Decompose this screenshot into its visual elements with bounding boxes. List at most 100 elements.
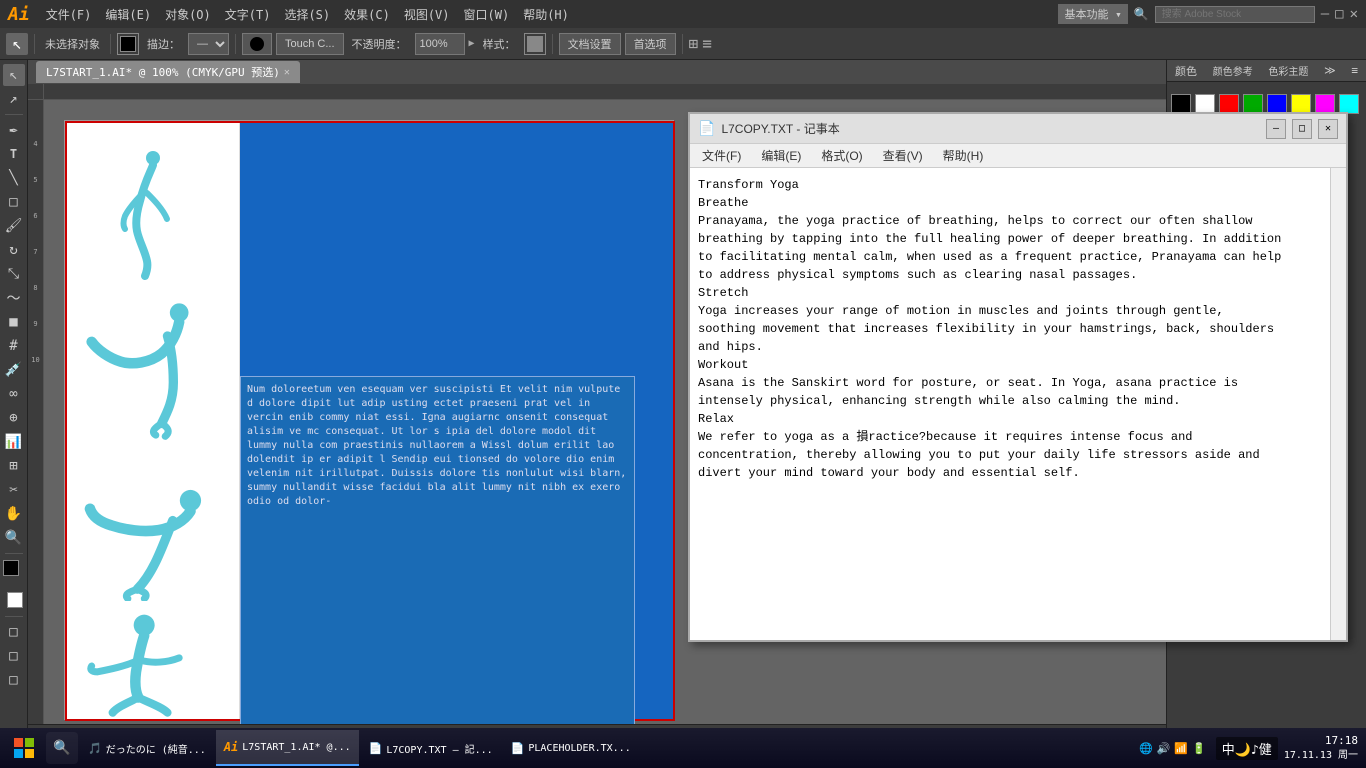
menu-select[interactable]: 选择(S)	[278, 4, 336, 25]
color-swatch-yellow[interactable]	[1291, 94, 1311, 114]
document-canvas: Num doloreetum ven esequam ver suscipist…	[64, 120, 674, 720]
doc-settings-button[interactable]: 文档设置	[559, 33, 621, 55]
gradient-tool[interactable]: ■	[3, 311, 25, 333]
color-panel-header: 颜色 颜色参考 色彩主题 ≫ ≡	[1167, 60, 1366, 82]
normal-mode[interactable]: □	[3, 621, 25, 643]
menu-object[interactable]: 对象(O)	[159, 4, 217, 25]
color-swatch-magenta[interactable]	[1315, 94, 1335, 114]
pen-tool[interactable]: ✒	[3, 119, 25, 141]
touch-button[interactable]: Touch C...	[276, 33, 344, 55]
opacity-input[interactable]	[415, 33, 465, 55]
eyedrop-tool[interactable]: 💉	[3, 359, 25, 381]
color-swatch-red[interactable]	[1219, 94, 1239, 114]
ime-indicator[interactable]: 中🌙♪健	[1216, 737, 1278, 760]
select-tool-btn[interactable]: ↖	[3, 64, 25, 86]
taskbar-ai-item[interactable]: Ai L7START_1.AI* @...	[216, 730, 359, 766]
stroke-select[interactable]: —	[188, 33, 229, 55]
notepad-menu-edit[interactable]: 编辑(E)	[753, 145, 809, 166]
minimize-icon[interactable]: —	[1321, 6, 1329, 22]
notepad-menu-format[interactable]: 格式(O)	[813, 145, 870, 166]
notepad-text-area[interactable]: Transform Yoga Breathe Pranayama, the yo…	[690, 168, 1330, 640]
notepad-icon: 📄	[698, 121, 715, 137]
menu-window[interactable]: 窗口(W)	[458, 4, 516, 25]
behind-mode[interactable]: □	[3, 645, 25, 667]
adobe-stock-search[interactable]	[1155, 6, 1315, 23]
artboard-tool[interactable]: ⊞	[3, 455, 25, 477]
zoom-tool[interactable]: 🔍	[3, 527, 25, 549]
warp-tool[interactable]: 〜	[3, 287, 25, 309]
notepad1-icon: 📄	[369, 742, 383, 755]
search-icon: 🔍	[1134, 7, 1149, 21]
blend-tool[interactable]: ∞	[3, 383, 25, 405]
yoga-figure-4	[80, 611, 220, 721]
notepad-menu-view[interactable]: 查看(V)	[875, 145, 931, 166]
mesh-tool[interactable]: #	[3, 335, 25, 357]
blue-box-text: Num doloreetum ven esequam ver suscipist…	[247, 383, 628, 509]
color-swatch-blue[interactable]	[1267, 94, 1287, 114]
top-right-area: 基本功能 ▾ 🔍 — □ ✕	[1058, 4, 1358, 24]
taskbar: 🔍 🎵 だったのに (純音... Ai L7START_1.AI* @... 📄…	[0, 728, 1366, 768]
stroke-label: 描边：	[143, 34, 184, 54]
menu-effect[interactable]: 效果(C)	[338, 4, 396, 25]
system-tray: 🌐 🔊 📶 🔋	[1131, 742, 1214, 755]
notepad-window: 📄 L7COPY.TXT - 记事本 — □ ✕ 文件(F) 编辑(E) 格式(…	[688, 112, 1348, 642]
menu-bar: Ai 文件(F) 编辑(E) 对象(O) 文字(T) 选择(S) 效果(C) 视…	[0, 0, 1366, 28]
taskbar-search[interactable]: 🔍	[46, 732, 78, 764]
taskbar-music-item[interactable]: 🎵 だったのに (純音...	[80, 730, 214, 766]
select-tool[interactable]: ↖	[6, 33, 28, 55]
rect-tool[interactable]: □	[3, 191, 25, 213]
taskbar-search-icon: 🔍	[53, 740, 70, 756]
symbol-tool[interactable]: ⊕	[3, 407, 25, 429]
no-selection-label: 未选择对象	[41, 34, 104, 54]
clip-mode[interactable]: □	[3, 669, 25, 691]
color-swatch-green[interactable]	[1243, 94, 1263, 114]
rotate-tool[interactable]: ↻	[3, 239, 25, 261]
menu-help[interactable]: 帮助(H)	[517, 4, 575, 25]
line-tool[interactable]: ╲	[3, 167, 25, 189]
taskbar-notepad2-item[interactable]: 📄 PLACEHOLDER.TX...	[503, 730, 639, 766]
menu-file[interactable]: 文件(F)	[40, 4, 98, 25]
notepad-menu-help[interactable]: 帮助(H)	[935, 145, 992, 166]
start-button[interactable]	[4, 730, 44, 766]
direct-select-tool[interactable]: ↗	[3, 88, 25, 110]
document-tab[interactable]: L7START_1.AI* @ 100% (CMYK/GPU 预选) ✕	[36, 61, 300, 83]
panel-menu[interactable]: ≡	[1351, 64, 1358, 77]
hand-tool[interactable]: ✋	[3, 503, 25, 525]
tab-close[interactable]: ✕	[284, 67, 290, 78]
opacity-label: 不透明度：	[348, 34, 411, 54]
ruler-left: 4 5 6 7 8 9 10	[28, 100, 44, 746]
opacity-arrow[interactable]: ▶	[469, 38, 475, 49]
ruler-top	[28, 84, 1166, 100]
background-color[interactable]	[3, 588, 25, 610]
color-swatch-cyan[interactable]	[1339, 94, 1359, 114]
preferences-button[interactable]: 首选项	[625, 33, 676, 55]
taskbar-notepad1-item[interactable]: 📄 L7COPY.TXT – 記...	[361, 730, 501, 766]
tray-icon-4: 🔋	[1192, 742, 1206, 755]
panel-expand[interactable]: ≫	[1324, 64, 1336, 77]
notepad-close[interactable]: ✕	[1318, 119, 1338, 139]
workspace-dropdown[interactable]: 基本功能 ▾	[1058, 4, 1127, 24]
scale-tool[interactable]: ⤡	[3, 263, 25, 285]
menu-text[interactable]: 文字(T)	[219, 4, 277, 25]
type-tool[interactable]: T	[3, 143, 25, 165]
notepad-scrollbar[interactable]	[1330, 168, 1346, 640]
notepad-menu-file[interactable]: 文件(F)	[694, 145, 749, 166]
close-icon[interactable]: ✕	[1350, 6, 1358, 22]
menu-view[interactable]: 视图(V)	[398, 4, 456, 25]
color-swatch-white[interactable]	[1195, 94, 1215, 114]
notepad-minimize[interactable]: —	[1266, 119, 1286, 139]
slice-tool[interactable]: ✂	[3, 479, 25, 501]
tray-icon-1: 🌐	[1139, 742, 1153, 755]
color-swatch-black[interactable]	[1171, 94, 1191, 114]
notepad-main-area: Transform Yoga Breathe Pranayama, the yo…	[690, 168, 1346, 640]
align-icon[interactable]: ⊞	[689, 34, 699, 53]
style-color[interactable]	[524, 33, 546, 55]
transform-icon[interactable]: ≡	[702, 34, 712, 53]
brush-tool[interactable]: 🖌	[3, 215, 25, 237]
maximize-icon[interactable]: □	[1335, 6, 1343, 22]
stroke-color[interactable]	[117, 33, 139, 55]
menu-edit[interactable]: 编辑(E)	[99, 4, 157, 25]
foreground-color[interactable]	[3, 560, 25, 582]
notepad-maximize[interactable]: □	[1292, 119, 1312, 139]
column-chart-tool[interactable]: 📊	[3, 431, 25, 453]
